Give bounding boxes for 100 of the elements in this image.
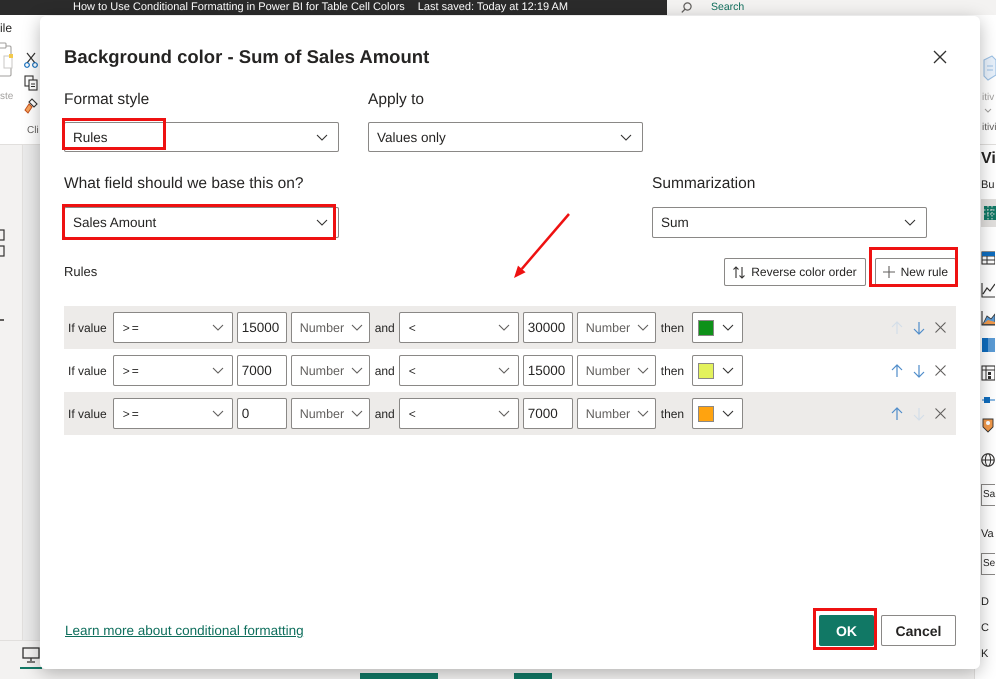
chevron-down-icon xyxy=(636,410,649,417)
file-tab[interactable]: ile xyxy=(0,22,12,34)
area-chart-icon[interactable] xyxy=(981,310,995,326)
color-dropdown[interactable] xyxy=(692,398,744,429)
condition-label: then xyxy=(660,364,684,378)
color-dropdown[interactable] xyxy=(692,355,744,386)
value-input[interactable]: 7000 xyxy=(236,355,287,386)
condition-label: If value xyxy=(68,320,107,334)
search-field[interactable]: Search xyxy=(667,0,996,15)
line-chart-icon[interactable] xyxy=(981,282,995,298)
condition-label: and xyxy=(374,406,395,420)
grid-icon[interactable] xyxy=(0,229,6,259)
chevron-down-icon xyxy=(498,324,510,331)
chevron-down-icon xyxy=(212,367,224,374)
operator-dropdown[interactable]: < xyxy=(398,398,519,429)
value-input[interactable]: 15000 xyxy=(236,312,287,343)
arrow-up-icon[interactable] xyxy=(891,364,903,378)
chevron-down-icon xyxy=(722,410,734,417)
search-icon xyxy=(681,2,692,13)
type-dropdown[interactable]: Number xyxy=(290,398,370,429)
chevron-down-icon xyxy=(212,324,224,331)
value-input[interactable]: 30000 xyxy=(522,312,573,343)
group-label: itivi xyxy=(982,123,996,133)
section-label: Rules xyxy=(64,264,98,280)
document-title: How to Use Conditional Formatting in Power BI for Table Cell Colors xyxy=(73,1,405,14)
globe-icon[interactable] xyxy=(981,452,995,468)
brush-icon[interactable] xyxy=(24,98,38,114)
field-well[interactable]: Se xyxy=(981,553,996,575)
condition-label: If value xyxy=(68,364,107,378)
section-label: C xyxy=(981,622,989,634)
pane-title: Vi xyxy=(981,150,996,168)
type-dropdown[interactable]: Number xyxy=(576,355,656,386)
value-input[interactable]: 0 xyxy=(236,398,287,429)
section-label: Va xyxy=(981,528,994,540)
chevron-down-icon xyxy=(498,367,510,374)
copy-icon[interactable] xyxy=(24,75,38,91)
operator-dropdown[interactable]: < xyxy=(398,312,519,343)
value-input[interactable]: 15000 xyxy=(522,355,573,386)
group-label: Cli xyxy=(27,125,39,136)
chevron-down-icon xyxy=(498,410,510,417)
matrix-icon[interactable] xyxy=(981,365,995,381)
condition-label: then xyxy=(660,406,684,420)
chevron-down-icon xyxy=(350,324,363,331)
chevron-down-icon xyxy=(316,134,328,140)
chevron-down-icon xyxy=(904,219,916,226)
chevron-down-icon xyxy=(636,367,649,374)
section-label: K xyxy=(981,648,988,660)
cancel-button[interactable]: Cancel xyxy=(881,615,956,646)
chevron-down-icon xyxy=(722,367,734,374)
field-label: Format style xyxy=(64,90,150,110)
delete-icon[interactable] xyxy=(935,322,946,333)
type-dropdown[interactable]: Number xyxy=(576,312,656,343)
type-dropdown[interactable]: Number xyxy=(576,398,656,429)
operator-dropdown[interactable]: >= xyxy=(112,355,233,386)
dash-icon xyxy=(0,319,4,321)
condition-label: If value xyxy=(68,406,107,420)
field-dropdown[interactable]: Sales Amount xyxy=(64,207,339,238)
color-dropdown[interactable] xyxy=(692,312,744,343)
dialog-title: Background color - Sum of Sales Amount xyxy=(64,45,430,69)
reverse-color-order-button[interactable]: Reverse color order xyxy=(724,258,866,286)
delete-icon[interactable] xyxy=(935,365,946,376)
view-indicator xyxy=(20,667,42,669)
delete-icon[interactable] xyxy=(935,408,946,419)
monitor-icon[interactable] xyxy=(22,647,40,663)
field-label: Summarization xyxy=(652,174,756,194)
map-pin-icon[interactable] xyxy=(981,417,995,433)
field-well[interactable]: Sa xyxy=(981,484,996,506)
chevron-down-icon xyxy=(350,410,363,417)
arrow-down-icon[interactable] xyxy=(913,320,925,334)
type-dropdown[interactable]: Number xyxy=(290,312,370,343)
format-style-dropdown[interactable]: Rules xyxy=(64,122,339,152)
learn-more-link[interactable]: Learn more about conditional formatting xyxy=(65,623,304,638)
chevron-down-icon xyxy=(636,324,649,331)
ok-button[interactable]: OK xyxy=(819,615,874,646)
summarization-dropdown[interactable]: Sum xyxy=(652,207,927,238)
new-rule-button[interactable]: New rule xyxy=(874,258,956,286)
value-input[interactable]: 7000 xyxy=(522,398,573,429)
chevron-down-icon[interactable] xyxy=(984,108,992,113)
arrow-up-icon[interactable] xyxy=(891,406,903,420)
page-tab-indicator xyxy=(514,673,552,679)
chevron-down-icon xyxy=(316,219,328,226)
table-icon[interactable] xyxy=(981,250,995,266)
sort-arrows-icon xyxy=(733,266,746,278)
operator-dropdown[interactable]: < xyxy=(398,355,519,386)
chevron-down-icon xyxy=(212,410,224,417)
type-dropdown[interactable]: Number xyxy=(290,355,370,386)
chevron-down-icon xyxy=(620,134,632,140)
field-label: What field should we base this on? xyxy=(64,174,304,194)
scissors-icon[interactable] xyxy=(24,52,38,68)
arrow-down-icon[interactable] xyxy=(913,364,925,378)
plus-icon xyxy=(882,266,895,278)
section-label: D xyxy=(981,596,989,608)
bar-chart-icon[interactable] xyxy=(981,337,995,353)
chevron-down-icon xyxy=(350,367,363,374)
chevron-down-icon xyxy=(722,324,734,331)
operator-dropdown[interactable]: >= xyxy=(112,398,233,429)
operator-dropdown[interactable]: >= xyxy=(112,312,233,343)
close-icon[interactable] xyxy=(933,50,947,64)
condition-label: and xyxy=(374,320,395,334)
apply-to-dropdown[interactable]: Values only xyxy=(368,122,643,152)
